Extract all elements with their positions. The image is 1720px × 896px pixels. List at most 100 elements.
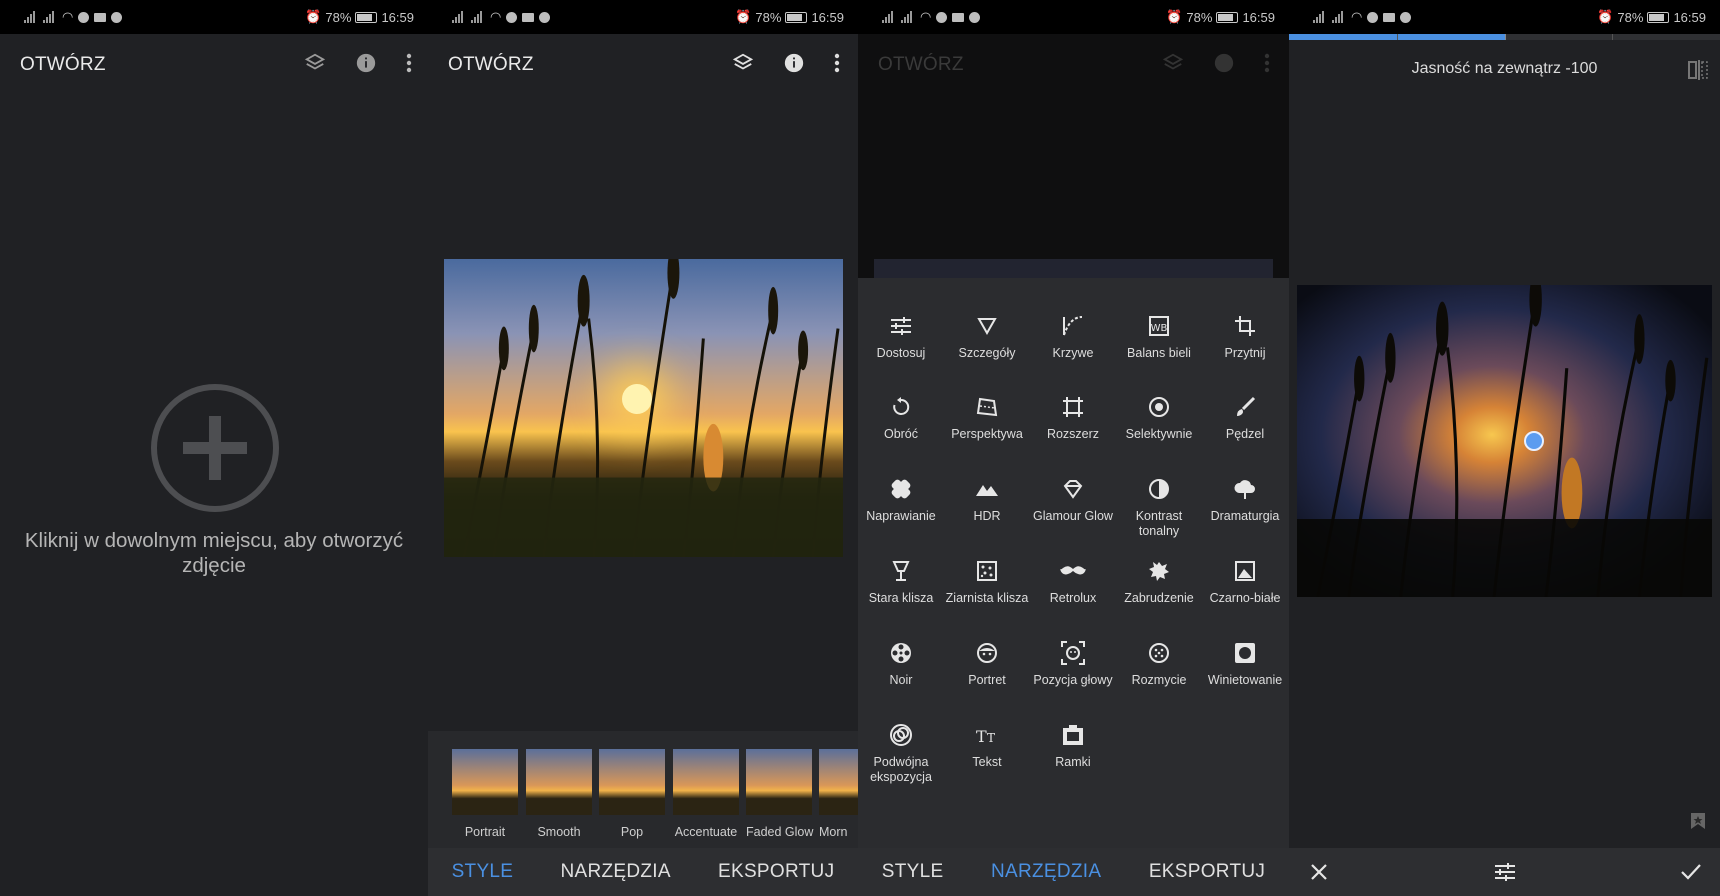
glamour-icon bbox=[1059, 475, 1087, 503]
style-thumb[interactable]: Pop bbox=[599, 749, 665, 839]
tool-healing[interactable]: Naprawianie bbox=[858, 475, 944, 524]
battery-percent: 78% bbox=[325, 9, 352, 25]
nav-style[interactable]: STYLE bbox=[882, 861, 944, 883]
tool-details[interactable]: Szczegóły bbox=[944, 312, 1030, 361]
battery-icon bbox=[1647, 11, 1670, 23]
bw-icon bbox=[1231, 557, 1259, 585]
tool-hdr[interactable]: HDR bbox=[944, 475, 1030, 524]
tool-glamour-glow[interactable]: Glamour Glow bbox=[1030, 475, 1116, 524]
bookmark-icon[interactable] bbox=[1690, 812, 1706, 830]
svg-text:T: T bbox=[987, 731, 995, 745]
more-vert-icon[interactable] bbox=[396, 50, 422, 76]
signal-icon bbox=[1313, 11, 1327, 23]
layers-icon[interactable] bbox=[302, 50, 328, 76]
check-icon[interactable] bbox=[1680, 862, 1702, 882]
clock: 16:59 bbox=[1242, 9, 1275, 25]
tool-blur[interactable]: Rozmycie bbox=[1116, 639, 1202, 688]
wifi-icon: ◠ bbox=[920, 9, 932, 24]
blur-icon bbox=[1145, 639, 1173, 667]
alarm-icon: ⏰ bbox=[1166, 9, 1183, 24]
style-thumb[interactable]: Faded Glow bbox=[746, 749, 813, 839]
add-circle-icon[interactable] bbox=[150, 383, 280, 513]
tool-brush[interactable]: Pędzel bbox=[1202, 393, 1288, 442]
close-icon[interactable] bbox=[1309, 862, 1329, 882]
style-thumb[interactable]: Morn bbox=[819, 749, 858, 839]
tool-vintage[interactable]: Stara klisza bbox=[858, 557, 944, 606]
open-title[interactable]: OTWÓRZ bbox=[20, 54, 106, 76]
open-title: OTWÓRZ bbox=[878, 54, 964, 75]
tune-icon[interactable] bbox=[1494, 862, 1516, 882]
photo-preview-dimmed bbox=[874, 259, 1273, 278]
clock: 16:59 bbox=[811, 9, 844, 25]
tool-white-balance[interactable]: WB Balans bieli bbox=[1116, 312, 1202, 361]
tool-text[interactable]: TT Tekst bbox=[944, 721, 1030, 770]
tool-black-white[interactable]: Czarno-białe bbox=[1202, 557, 1288, 606]
tool-double-exposure[interactable]: Podwójna ekspozycja bbox=[858, 721, 944, 785]
nav-export[interactable]: EKSPORTUJ bbox=[1149, 861, 1265, 883]
tool-tonal-contrast[interactable]: Kontrast tonalny bbox=[1116, 475, 1202, 539]
tool-grainy-film[interactable]: Ziarnista klisza bbox=[944, 557, 1030, 606]
layers-icon[interactable] bbox=[730, 50, 756, 76]
tool-tune[interactable]: Dostosuj bbox=[858, 312, 944, 361]
battery-percent: 78% bbox=[755, 9, 782, 25]
signal-icon bbox=[471, 11, 485, 23]
style-thumb[interactable]: Accentuate bbox=[673, 749, 739, 839]
dimmed-background: OTWÓRZ bbox=[858, 34, 1289, 278]
messenger-icon bbox=[936, 11, 948, 23]
tool-curves[interactable]: Krzywe bbox=[1030, 312, 1116, 361]
nav-export[interactable]: EKSPORTUJ bbox=[718, 861, 834, 883]
battery-icon bbox=[355, 11, 378, 23]
grain-icon bbox=[973, 557, 1001, 585]
selective-point[interactable] bbox=[1524, 431, 1544, 451]
svg-text:T: T bbox=[976, 727, 987, 745]
nav-tools[interactable]: NARZĘDZIA bbox=[991, 861, 1101, 883]
panel-styles: ◠ ⏰ 78% 16:59 OTWÓRZ Portrait Smooth Pop… bbox=[428, 0, 858, 896]
compare-icon[interactable] bbox=[1688, 60, 1708, 80]
tool-expand[interactable]: Rozszerz bbox=[1030, 393, 1116, 442]
battery-percent: 78% bbox=[1186, 9, 1213, 25]
nav-style[interactable]: STYLE bbox=[452, 861, 514, 883]
messenger-icon bbox=[1367, 11, 1379, 23]
tool-noir[interactable]: Noir bbox=[858, 639, 944, 688]
film-reel-icon bbox=[887, 639, 915, 667]
tune-icon bbox=[887, 312, 915, 340]
grass-silhouette bbox=[444, 259, 843, 557]
frames-icon bbox=[1059, 721, 1087, 749]
tool-retrolux[interactable]: Retrolux bbox=[1030, 557, 1116, 606]
photo-preview[interactable] bbox=[444, 259, 843, 557]
tool-rotate[interactable]: Obróć bbox=[858, 393, 944, 442]
tool-grunge[interactable]: Zabrudzenie bbox=[1116, 557, 1202, 606]
info-icon[interactable] bbox=[781, 50, 807, 76]
grunge-icon bbox=[1145, 557, 1173, 585]
tool-portrait[interactable]: Portret bbox=[944, 639, 1030, 688]
style-thumb[interactable]: Smooth bbox=[526, 749, 592, 839]
grass-silhouette bbox=[1297, 285, 1712, 597]
adjust-slider[interactable] bbox=[1289, 34, 1720, 40]
tool-perspective[interactable]: Perspektywa bbox=[944, 393, 1030, 442]
status-bar: ◠ ⏰ 78% 16:59 bbox=[858, 0, 1289, 34]
more-vert-icon[interactable] bbox=[824, 50, 850, 76]
svg-text:WB: WB bbox=[1151, 323, 1168, 334]
info-icon[interactable] bbox=[353, 50, 379, 76]
tonal-icon bbox=[1145, 475, 1173, 503]
head-pose-icon bbox=[1059, 639, 1087, 667]
photo-edit-preview[interactable] bbox=[1297, 285, 1712, 597]
tool-frames[interactable]: Ramki bbox=[1030, 721, 1116, 770]
tool-crop[interactable]: Przytnij bbox=[1202, 312, 1288, 361]
rotate-icon bbox=[887, 393, 915, 421]
signal-icon bbox=[882, 11, 896, 23]
style-thumb[interactable]: Portrait bbox=[452, 749, 518, 839]
whatsapp-icon bbox=[539, 11, 551, 23]
face-icon bbox=[973, 639, 1001, 667]
tool-vignette[interactable]: Winietowanie bbox=[1202, 639, 1288, 688]
tool-selective[interactable]: Selektywnie bbox=[1116, 393, 1202, 442]
tool-head-pose[interactable]: Pozycja głowy bbox=[1030, 639, 1116, 688]
signal-icon bbox=[452, 11, 466, 23]
nav-tools[interactable]: NARZĘDZIA bbox=[560, 861, 670, 883]
info-icon bbox=[1211, 50, 1237, 76]
slider-tick bbox=[1396, 34, 1398, 40]
top-bar: OTWÓRZ bbox=[858, 34, 1289, 92]
open-title[interactable]: OTWÓRZ bbox=[448, 54, 534, 76]
battery-icon bbox=[785, 11, 808, 23]
tool-drama[interactable]: Dramaturgia bbox=[1202, 475, 1288, 524]
